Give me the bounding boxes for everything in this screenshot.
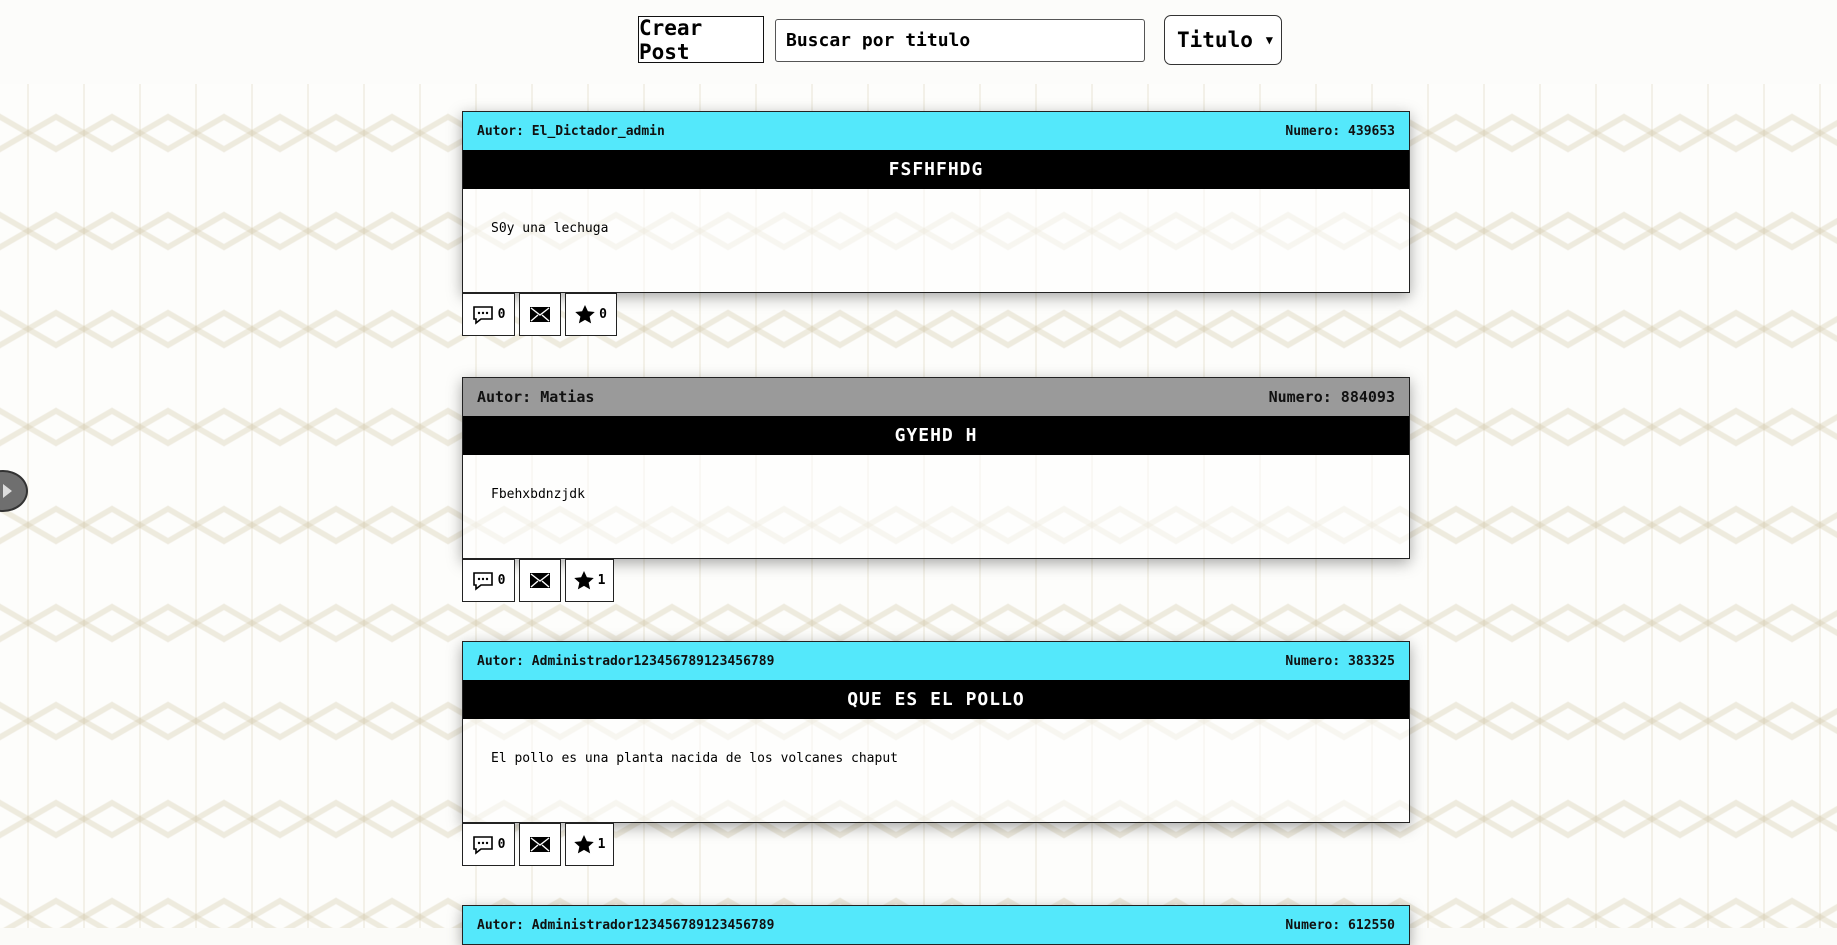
post-header: Autor: Matias Numero: 884093 (463, 378, 1409, 416)
star-button[interactable]: 1 (565, 559, 614, 602)
post-author: Autor: Administrador123456789123456789 (477, 653, 775, 669)
post-actions: 0 0 (462, 293, 1410, 336)
sort-select[interactable]: Titulo ▼ (1164, 15, 1282, 65)
sort-select-value: Titulo (1177, 28, 1253, 52)
search-title-input[interactable] (775, 19, 1145, 62)
post-title[interactable]: FSFHFHDG (463, 150, 1409, 189)
message-button[interactable] (519, 293, 561, 336)
post-header: Autor: El_Dictador_admin Numero: 439653 (463, 112, 1409, 150)
comment-count: 0 (497, 573, 506, 588)
star-button[interactable]: 0 (565, 293, 617, 336)
post-header: Autor: Administrador123456789123456789 N… (463, 642, 1409, 680)
create-post-button[interactable]: Crear Post (638, 16, 764, 64)
play-arrow-icon (3, 484, 12, 498)
star-icon (575, 305, 595, 324)
post-header: Autor: Administrador123456789123456789 N… (463, 906, 1409, 944)
envelope-icon (530, 837, 550, 852)
star-icon (573, 571, 594, 590)
post-card: Autor: El_Dictador_admin Numero: 439653 … (462, 111, 1410, 336)
comments-button[interactable]: 0 (462, 293, 515, 336)
chevron-down-icon: ▼ (1265, 33, 1273, 47)
post-body: Fbehxbdnzjdk (491, 487, 585, 502)
post-number: Numero: 439653 (1285, 123, 1395, 139)
envelope-icon (530, 573, 550, 588)
post-number: Numero: 884093 (1268, 388, 1395, 406)
comment-count: 0 (497, 837, 506, 852)
comments-button[interactable]: 0 (462, 823, 515, 866)
post-author: Autor: El_Dictador_admin (477, 123, 665, 139)
top-toolbar: Crear Post Titulo ▼ (0, 0, 1837, 84)
post-actions: 0 1 (462, 559, 1410, 602)
post-number: Numero: 383325 (1285, 653, 1395, 669)
star-count: 1 (597, 837, 606, 852)
comment-icon (472, 835, 493, 855)
post-number: Numero: 612550 (1285, 917, 1395, 933)
post-actions: 0 1 (462, 823, 1410, 866)
comment-icon (472, 571, 493, 591)
star-icon (573, 835, 594, 854)
envelope-icon (530, 307, 550, 322)
comments-button[interactable]: 0 (462, 559, 515, 602)
post-title[interactable]: QUE ES EL POLLO (463, 680, 1409, 719)
post-title[interactable]: GYEHD H (463, 416, 1409, 455)
post-card: Autor: Administrador123456789123456789 N… (462, 641, 1410, 866)
comment-icon (472, 305, 493, 325)
star-button[interactable]: 1 (565, 823, 614, 866)
post-author: Autor: Matias (477, 388, 595, 406)
post-card: Autor: Administrador123456789123456789 N… (462, 905, 1410, 945)
post-author: Autor: Administrador123456789123456789 (477, 917, 775, 933)
post-body: S0y una lechuga (491, 221, 609, 236)
post-card: Autor: Matias Numero: 884093 GYEHD H Fbe… (462, 377, 1410, 602)
post-body: El pollo es una planta nacida de los vol… (491, 751, 898, 766)
message-button[interactable] (519, 559, 561, 602)
star-count: 1 (597, 573, 606, 588)
comment-count: 0 (497, 307, 506, 322)
star-count: 0 (599, 307, 607, 322)
message-button[interactable] (519, 823, 561, 866)
